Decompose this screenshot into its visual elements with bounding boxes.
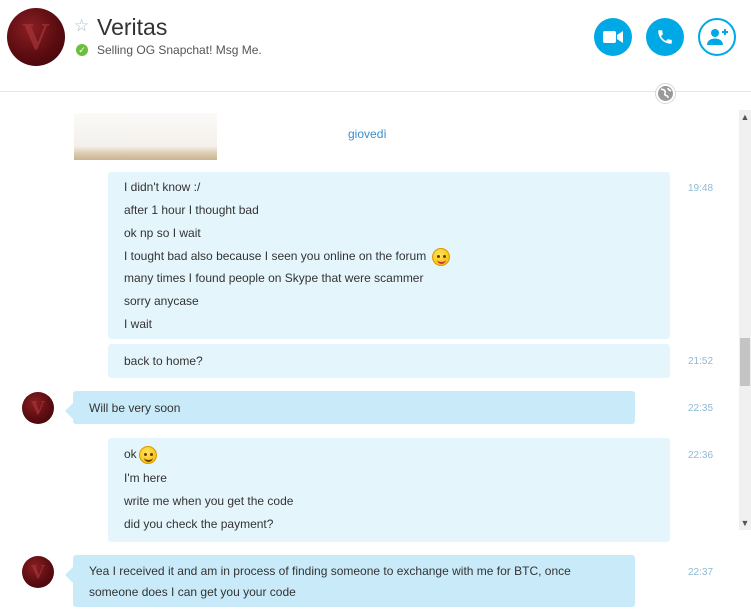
message-text-with-emoji: ok <box>124 446 157 464</box>
message-text: I'm here <box>124 471 167 485</box>
message-bubble-outgoing[interactable]: back to home? <box>108 344 670 378</box>
mood-message: Selling OG Snapchat! Msg Me. <box>97 43 262 57</box>
message-timestamp: 19:48 <box>688 183 714 194</box>
message-timestamp: 21:52 <box>688 356 714 367</box>
scroll-down-arrow-icon[interactable]: ▼ <box>739 516 751 530</box>
globe-icon[interactable] <box>655 83 676 104</box>
avatar-logo: V <box>30 396 46 419</box>
message-text: someone does I can get you your code <box>89 585 296 599</box>
message-text: I wait <box>124 317 153 331</box>
vertical-scrollbar[interactable]: ▲ ▼ <box>739 110 751 530</box>
star-outline-icon[interactable]: ☆ <box>74 16 89 36</box>
message-text-with-emoji: I tought bad also because I seen you onl… <box>124 248 450 266</box>
message-text: Will be very soon <box>89 401 181 415</box>
day-separator: giovedì <box>348 127 387 141</box>
avatar-logo: V <box>22 16 50 58</box>
scroll-up-arrow-icon[interactable]: ▲ <box>739 110 751 124</box>
message-text: many times I found people on Skype that … <box>124 271 424 285</box>
contact-avatar-small[interactable]: V <box>22 556 54 588</box>
add-person-icon <box>707 29 728 45</box>
message-text: after 1 hour I thought bad <box>124 203 259 217</box>
message-text: ok np so I wait <box>124 226 201 240</box>
online-status-icon: ✓ <box>76 44 88 56</box>
message-bubble-outgoing[interactable]: I didn't know :/ after 1 hour I thought … <box>108 172 670 339</box>
message-text: write me when you get the code <box>124 494 294 508</box>
message-timestamp: 22:37 <box>688 567 714 578</box>
message-text: I didn't know :/ <box>124 180 201 194</box>
contact-avatar-small[interactable]: V <box>22 392 54 424</box>
audio-call-button[interactable] <box>646 18 684 56</box>
shared-image-thumbnail[interactable] <box>74 113 217 160</box>
message-text: sorry anycase <box>124 294 199 308</box>
message-text: back to home? <box>124 354 203 368</box>
globe-icon-graphic <box>658 86 673 101</box>
message-bubble-incoming[interactable]: Will be very soon <box>65 391 635 424</box>
contact-name[interactable]: Veritas <box>97 14 167 41</box>
message-text: Yea I received it and am in process of f… <box>89 564 571 578</box>
video-call-button[interactable] <box>594 18 632 56</box>
message-timestamp: 22:36 <box>688 450 714 461</box>
add-people-button[interactable] <box>698 18 736 56</box>
conversation-header: V ☆ Veritas ✓ Selling OG Snapchat! Msg M… <box>0 0 751 92</box>
video-camera-icon <box>603 31 623 43</box>
message-text: I tought bad also because I seen you onl… <box>124 249 427 264</box>
phone-icon <box>658 30 672 44</box>
avatar-logo: V <box>30 560 46 583</box>
message-text: ok <box>124 447 137 462</box>
message-text: did you check the payment? <box>124 517 274 531</box>
message-timestamp: 22:35 <box>688 403 714 414</box>
message-bubble-outgoing[interactable]: ok I'm here write me when you get the co… <box>108 438 670 542</box>
tongue-smiley-emoji-icon <box>431 248 450 266</box>
smiley-emoji-icon <box>138 446 157 464</box>
contact-avatar[interactable]: V <box>7 8 65 66</box>
scroll-thumb[interactable] <box>740 338 750 386</box>
message-bubble-incoming[interactable]: Yea I received it and am in process of f… <box>65 555 635 607</box>
